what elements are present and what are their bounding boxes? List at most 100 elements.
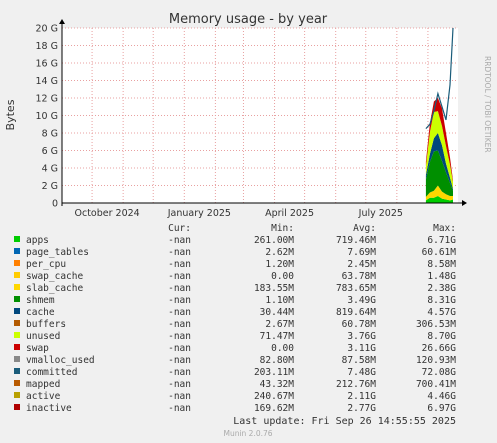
legend-min: 169.62M (254, 403, 294, 414)
legend-swatch (14, 308, 20, 314)
legend-min: 0.00 (271, 343, 294, 354)
legend-swatch (14, 248, 20, 254)
legend-avg: 783.65M (336, 283, 376, 294)
y-tick-label: 4 G (42, 164, 58, 175)
y-tick-label: 18 G (36, 41, 58, 52)
legend-min: 30.44M (260, 307, 295, 318)
legend-cur: -nan (168, 307, 191, 318)
legend-avg: 2.77G (347, 403, 376, 414)
legend: Cur: Min: Avg: Max: apps -nan 261.00M 719.46M 6.… (14, 223, 456, 414)
legend-min: 1.10M (265, 295, 294, 306)
legend-max: 120.93M (416, 355, 456, 366)
legend-max: 8.31G (427, 295, 456, 306)
legend-swatch (14, 404, 20, 410)
legend-swatch (14, 344, 20, 350)
legend-avg: 7.48G (347, 367, 376, 378)
legend-avg: 3.49G (347, 295, 376, 306)
legend-min: 183.55M (254, 283, 294, 294)
legend-name: committed (26, 367, 77, 378)
legend-max: 4.46G (427, 391, 456, 402)
legend-max: 72.08G (422, 367, 457, 378)
last-update: Last update: Fri Sep 26 14:55:55 2025 (233, 416, 456, 427)
legend-name: inactive (26, 403, 72, 414)
legend-swatch (14, 392, 20, 398)
legend-header-avg: Avg: (353, 223, 376, 234)
legend-name: vmalloc_used (26, 355, 95, 366)
legend-avg: 819.64M (336, 307, 376, 318)
legend-swatch (14, 272, 20, 278)
legend-name: apps (26, 235, 49, 246)
legend-swatch (14, 356, 20, 362)
legend-cur: -nan (168, 355, 191, 366)
legend-min: 2.62M (265, 247, 294, 258)
legend-min: 71.47M (260, 331, 295, 342)
legend-max: 6.71G (427, 235, 456, 246)
legend-header-max: Max: (433, 223, 456, 234)
legend-avg: 7.69M (347, 247, 376, 258)
legend-min: 82.80M (260, 355, 295, 366)
legend-max: 60.61M (422, 247, 457, 258)
legend-swatch (14, 380, 20, 386)
legend-max: 6.97G (427, 403, 456, 414)
legend-cur: -nan (168, 391, 191, 402)
x-axis-arrow (462, 200, 467, 206)
legend-avg: 87.58M (342, 355, 377, 366)
legend-min: 43.32M (260, 379, 295, 390)
legend-cur: -nan (168, 343, 191, 354)
legend-name: active (26, 391, 61, 402)
legend-max: 1.48G (427, 271, 456, 282)
legend-name: page_tables (26, 247, 89, 258)
legend-min: 203.11M (254, 367, 294, 378)
y-tick-label: 6 G (42, 146, 58, 157)
legend-header-cur: Cur: (168, 223, 191, 234)
y-axis-label: Bytes (4, 99, 17, 130)
legend-name: cache (26, 307, 55, 318)
legend-name: buffers (26, 319, 66, 330)
chart-title: Memory usage - by year (169, 12, 328, 27)
legend-max: 700.41M (416, 379, 456, 390)
y-axis-arrow (59, 19, 65, 24)
legend-name: per_cpu (26, 259, 66, 270)
legend-cur: -nan (168, 283, 191, 294)
legend-min: 2.67M (265, 319, 294, 330)
legend-name: shmem (26, 295, 55, 306)
y-tick-label: 12 G (36, 94, 58, 105)
legend-name: swap (26, 343, 49, 354)
legend-max: 26.66G (422, 343, 457, 354)
legend-swatch (14, 368, 20, 374)
memory-chart: Memory usage - by year Bytes RRDTOOL / T… (4, 12, 492, 438)
y-tick-label: 10 G (36, 111, 58, 122)
legend-swatch (14, 236, 20, 242)
legend-swatch (14, 296, 20, 302)
legend-avg: 60.78M (342, 319, 377, 330)
legend-cur: -nan (168, 367, 191, 378)
legend-min: 1.20M (265, 259, 294, 270)
legend-swatch (14, 260, 20, 266)
y-tick-label: 8 G (42, 129, 58, 140)
legend-min: 0.00 (271, 271, 294, 282)
legend-min: 261.00M (254, 235, 294, 246)
legend-swatch (14, 284, 20, 290)
legend-name: slab_cache (26, 283, 83, 294)
legend-name: mapped (26, 379, 60, 390)
y-tick-label: 20 G (36, 24, 58, 35)
y-tick-label: 2 G (42, 181, 58, 192)
x-tick-label: October 2024 (75, 208, 140, 219)
legend-header-min: Min: (271, 223, 294, 234)
y-tick-label: 0 (52, 199, 58, 210)
legend-cur: -nan (168, 259, 191, 270)
rrdtool-label: RRDTOOL / TOBI OETIKER (483, 56, 492, 153)
legend-avg: 212.76M (336, 379, 376, 390)
legend-name: swap_cache (26, 271, 83, 282)
x-tick-label: April 2025 (265, 208, 314, 219)
legend-cur: -nan (168, 271, 191, 282)
legend-avg: 2.11G (347, 391, 376, 402)
x-tick-label: January 2025 (167, 208, 231, 219)
x-tick-label: July 2025 (358, 208, 403, 219)
legend-swatch (14, 320, 20, 326)
legend-min: 240.67M (254, 391, 294, 402)
legend-max: 8.58M (427, 259, 456, 270)
legend-avg: 63.78M (342, 271, 377, 282)
legend-cur: -nan (168, 319, 191, 330)
legend-name: unused (26, 331, 60, 342)
